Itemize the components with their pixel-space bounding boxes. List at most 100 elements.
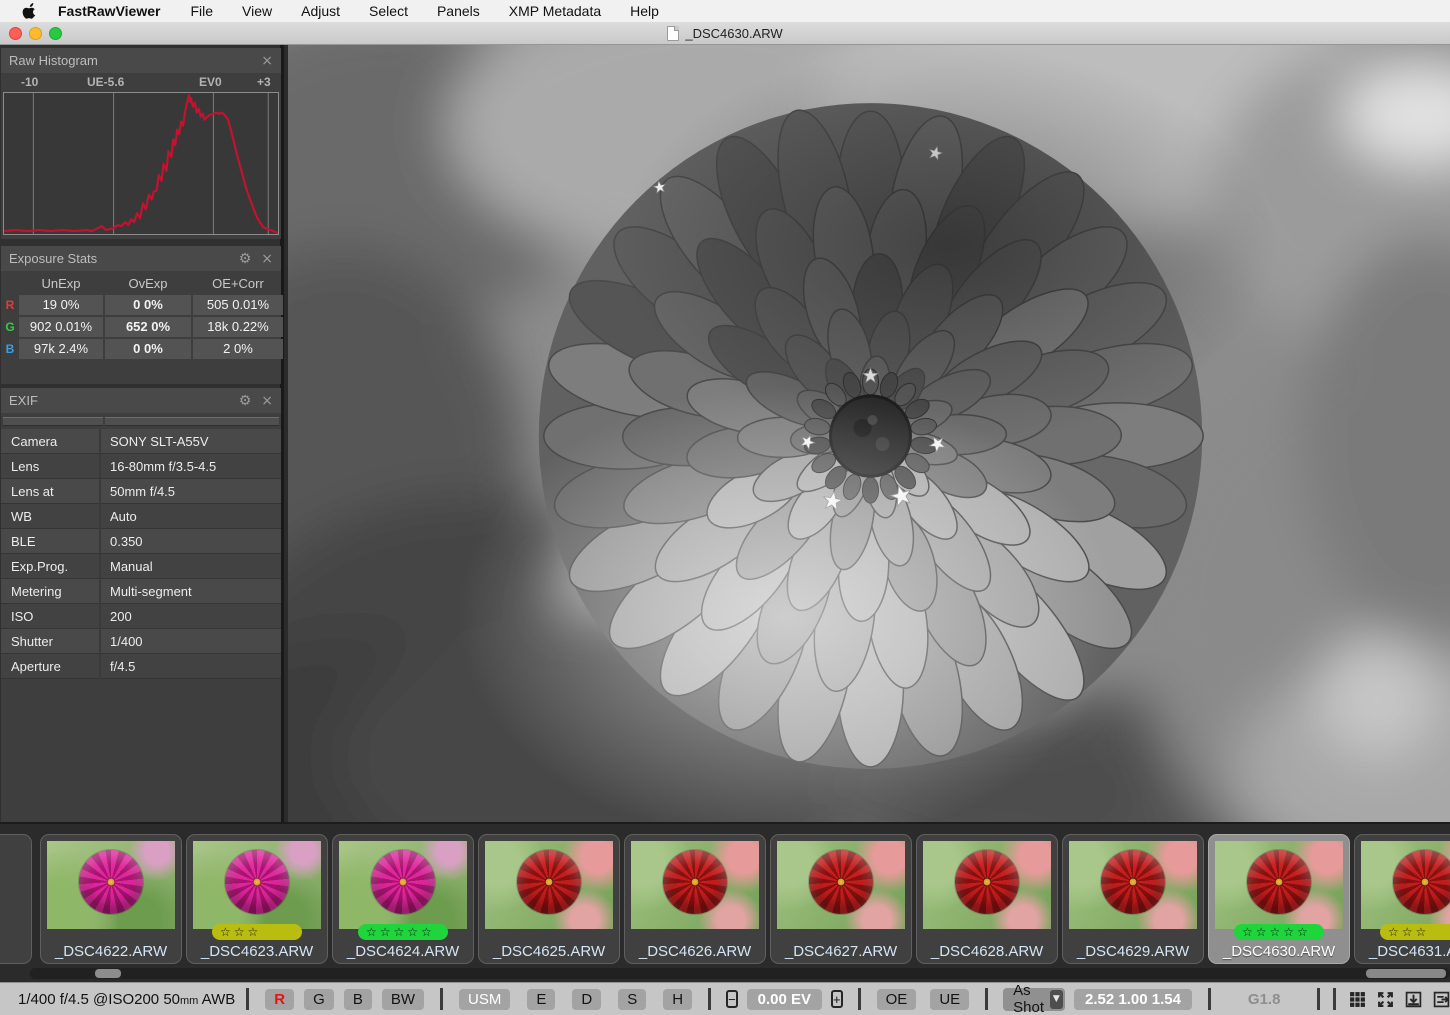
thumbnail-filename: _DSC4630.ARW xyxy=(1209,943,1349,960)
fullscreen-icon[interactable] xyxy=(1377,991,1394,1008)
raw-histogram-panel: Raw Histogram × -10 UE-5.6 EV0 +3 xyxy=(1,48,281,239)
G-unexp-value: 902 0.01% xyxy=(19,317,103,337)
R-ovexp-value: 0 0% xyxy=(105,295,191,315)
exposure-stats-table: UnExp OvExp OE+Corr R19 0%0 0%505 0.01%G… xyxy=(1,271,281,361)
tool-button-usm[interactable]: USM xyxy=(459,989,510,1010)
thumbnail-filename: _DSC4622.ARW xyxy=(41,943,181,960)
filmstrip-scrollbar xyxy=(0,965,1450,982)
thumbnail-photo xyxy=(777,841,905,929)
thumbnail-_DSC4624.ARW[interactable]: ☆☆☆☆☆ _DSC4624.ARW xyxy=(332,834,474,964)
white-balance-dropdown[interactable]: As Shot ▼ xyxy=(1003,988,1065,1011)
tool-button-s[interactable]: S xyxy=(618,989,646,1010)
ev-plus-button[interactable]: + xyxy=(831,990,843,1008)
tool-button-h[interactable]: H xyxy=(663,989,692,1010)
channel-button-b[interactable]: B xyxy=(344,989,372,1010)
exif-title: EXIF xyxy=(9,393,229,408)
thumbnail-_DSC4627.ARW[interactable]: _DSC4627.ARW xyxy=(770,834,912,964)
raw-histogram-chart xyxy=(3,92,279,235)
menu-help[interactable]: Help xyxy=(630,3,659,19)
filmstrip: × ⚙ _DSC4622.ARW ☆☆☆ _DSC4623.ARW ☆☆☆☆☆ … xyxy=(0,822,1450,965)
G-oecorr-value: 18k 0.22% xyxy=(193,317,283,337)
exif-row: BLE0.350 xyxy=(1,529,281,554)
menu-view[interactable]: View xyxy=(242,3,272,19)
close-icon[interactable]: × xyxy=(261,252,273,266)
exposure-stats-title: Exposure Stats xyxy=(9,251,229,266)
external-editor-icon[interactable] xyxy=(1433,991,1450,1008)
exif-row: Aperturef/4.5 xyxy=(1,654,281,679)
thumbnail-photo xyxy=(485,841,613,929)
menu-bar: FastRawViewer File View Adjust Select Pa… xyxy=(0,0,1450,22)
close-icon[interactable]: × xyxy=(261,54,273,68)
toggle-button-oe[interactable]: OE xyxy=(877,989,917,1010)
gear-icon[interactable]: ⚙ xyxy=(239,394,252,408)
fastrawviewer-window: FastRawViewer File View Adjust Select Pa… xyxy=(0,0,1450,1015)
window-title: _DSC4630.ARW xyxy=(685,26,782,41)
G-ovexp-value: 652 0% xyxy=(105,317,191,337)
apple-menu-icon[interactable] xyxy=(22,3,36,19)
gamma-indicator: G1.8 xyxy=(1248,991,1281,1008)
thumbnail-_DSC4629.ARW[interactable]: _DSC4629.ARW xyxy=(1062,834,1204,964)
rating-badge[interactable]: ☆☆☆☆☆ xyxy=(358,924,448,940)
exif-row: Exp.Prog.Manual xyxy=(1,554,281,579)
exif-row: CameraSONY SLT-A55V xyxy=(1,429,281,454)
thumbnail-filename: _DSC4624.ARW xyxy=(333,943,473,960)
B-ovexp-value: 0 0% xyxy=(105,339,191,359)
thumbnail-partial[interactable] xyxy=(0,834,32,964)
thumbnail-filename: _DSC4629.ARW xyxy=(1063,943,1203,960)
tool-button-e[interactable]: E xyxy=(527,989,555,1010)
channel-button-g[interactable]: G xyxy=(304,989,334,1010)
grid-view-icon[interactable] xyxy=(1349,991,1366,1008)
exif-panel: EXIF ⚙ × CameraSONY SLT-A55V Lens16-80mm… xyxy=(1,388,281,822)
histogram-axis-labels: -10 UE-5.6 EV0 +3 xyxy=(1,73,281,92)
close-icon[interactable]: × xyxy=(261,394,273,408)
channel-label-G: G xyxy=(3,317,17,337)
menu-panels[interactable]: Panels xyxy=(437,3,480,19)
channel-label-B: B xyxy=(3,339,17,359)
R-unexp-value: 19 0% xyxy=(19,295,103,315)
R-oecorr-value: 505 0.01% xyxy=(193,295,283,315)
app-name[interactable]: FastRawViewer xyxy=(58,3,160,19)
menu-xmp-metadata[interactable]: XMP Metadata xyxy=(509,3,601,19)
thumbnail-_DSC4623.ARW[interactable]: ☆☆☆ _DSC4623.ARW xyxy=(186,834,328,964)
thumbnail-_DSC4628.ARW[interactable]: _DSC4628.ARW xyxy=(916,834,1058,964)
toggle-button-ue[interactable]: UE xyxy=(930,989,969,1010)
exif-column-headers[interactable] xyxy=(3,417,279,426)
thumbnail-_DSC4626.ARW[interactable]: _DSC4626.ARW xyxy=(624,834,766,964)
tool-button-d[interactable]: D xyxy=(572,989,601,1010)
ev-minus-button[interactable]: − xyxy=(726,990,738,1008)
rating-badge[interactable]: ☆☆☆☆☆ xyxy=(1234,924,1324,940)
thumbnail-_DSC4630.ARW[interactable]: ☆☆☆☆☆ _DSC4630.ARW xyxy=(1208,834,1350,964)
thumbnail-filename: _DSC4628.ARW xyxy=(917,943,1057,960)
B-unexp-value: 97k 2.4% xyxy=(19,339,103,359)
rating-badge[interactable]: ☆☆☆ xyxy=(212,924,302,940)
exif-row: Shutter1/400 xyxy=(1,629,281,654)
thumbnail-filename: _DSC4625.ARW xyxy=(479,943,619,960)
document-icon xyxy=(667,26,679,41)
window-title-bar: _DSC4630.ARW xyxy=(0,22,1450,45)
gear-icon[interactable]: ⚙ xyxy=(239,252,252,266)
channel-label-R: R xyxy=(3,295,17,315)
photo-bw-zinnia xyxy=(288,45,1450,822)
channel-button-bw[interactable]: BW xyxy=(382,989,424,1010)
exif-row: WBAuto xyxy=(1,504,281,529)
scrollbar-thumb-right[interactable] xyxy=(1366,969,1446,978)
thumbnail-_DSC4622.ARW[interactable]: _DSC4622.ARW xyxy=(40,834,182,964)
rating-badge[interactable]: ☆☆☆ xyxy=(1380,924,1450,940)
image-viewer[interactable] xyxy=(288,45,1450,822)
exif-row: ISO200 xyxy=(1,604,281,629)
scrollbar-track[interactable] xyxy=(30,968,1450,979)
raw-histogram-title: Raw Histogram xyxy=(9,53,251,68)
export-download-icon[interactable] xyxy=(1405,991,1422,1008)
menu-adjust[interactable]: Adjust xyxy=(301,3,340,19)
thumbnail-_DSC4631.ARW[interactable]: ☆☆☆ _DSC4631.ARW xyxy=(1354,834,1450,964)
scrollbar-thumb-left[interactable] xyxy=(95,969,121,978)
thumbnail-filename: _DSC4631.ARW xyxy=(1355,943,1450,960)
histogram-curve xyxy=(4,95,278,233)
channel-button-r[interactable]: R xyxy=(265,989,294,1010)
thumbnail-photo xyxy=(1215,841,1343,929)
menu-file[interactable]: File xyxy=(190,3,213,19)
thumbnail-_DSC4625.ARW[interactable]: _DSC4625.ARW xyxy=(478,834,620,964)
chevron-down-icon[interactable]: ▼ xyxy=(1050,990,1063,1009)
exif-table: CameraSONY SLT-A55V Lens16-80mm f/3.5-4.… xyxy=(1,429,281,679)
menu-select[interactable]: Select xyxy=(369,3,408,19)
